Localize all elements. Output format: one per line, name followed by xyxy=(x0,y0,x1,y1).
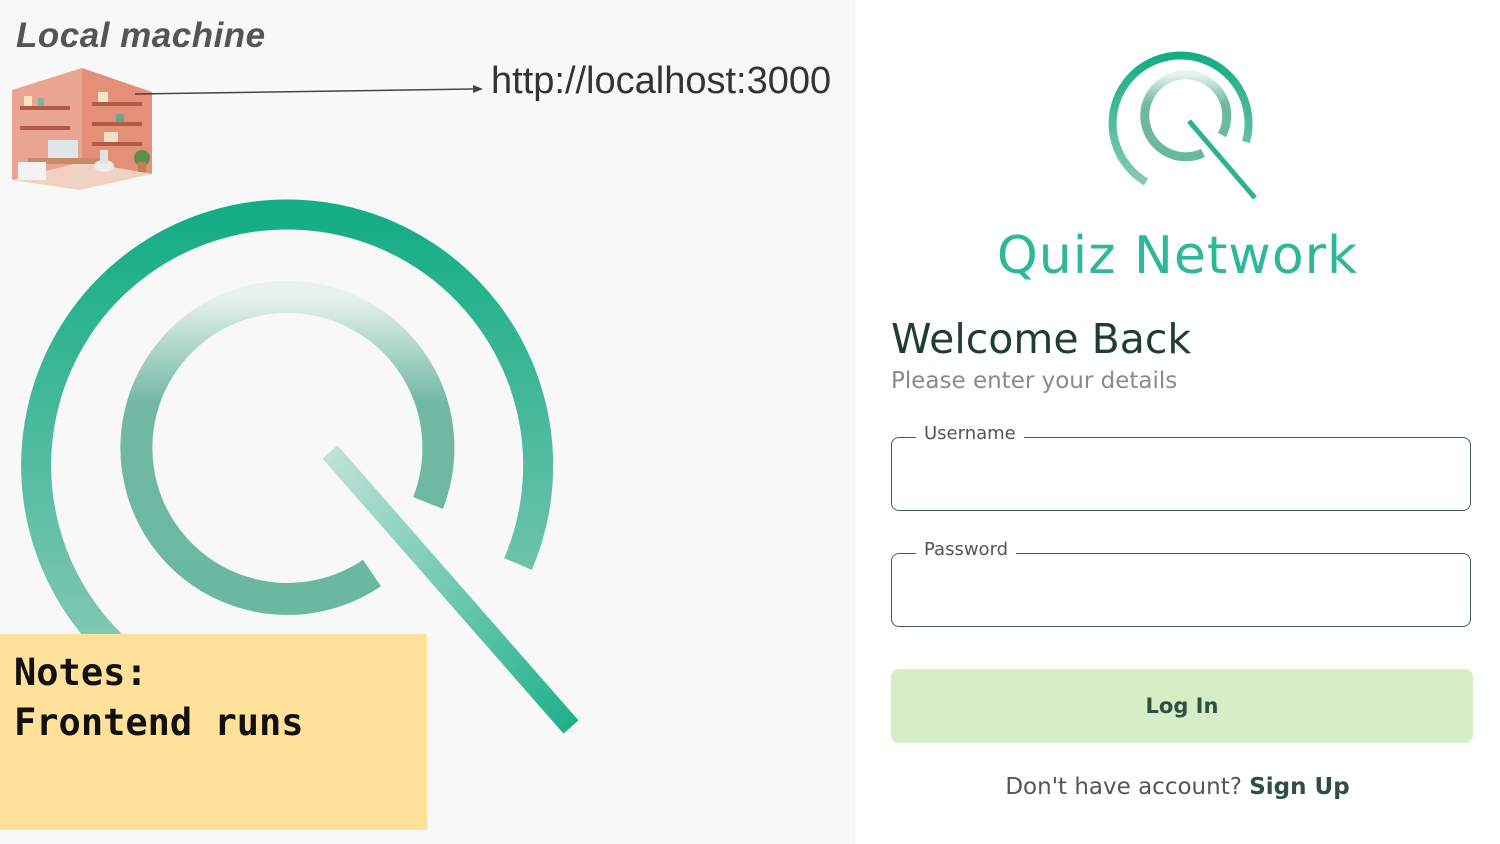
url-arrow xyxy=(135,85,483,95)
notes-text: Frontend runs xyxy=(14,701,304,744)
login-panel: Quiz Network Welcome Back Please enter y… xyxy=(855,0,1500,844)
brand-name: Quiz Network xyxy=(996,226,1359,286)
password-input[interactable] xyxy=(892,554,1470,626)
quiz-network-logo-icon xyxy=(1108,51,1257,200)
local-machine-title: Local machine xyxy=(16,16,266,55)
localhost-url: http://localhost:3000 xyxy=(491,60,832,102)
username-input[interactable] xyxy=(892,438,1470,510)
signup-row: Don't have account? Sign Up xyxy=(855,774,1500,800)
username-field[interactable]: Username xyxy=(891,423,1471,511)
notes-box: Notes: Frontend runs xyxy=(0,634,427,830)
signup-link[interactable]: Sign Up xyxy=(1249,774,1349,800)
password-field[interactable]: Password xyxy=(891,539,1471,627)
login-button[interactable]: Log In xyxy=(891,669,1473,743)
slide-panel: Local machine http://localhost:3000 Note… xyxy=(0,0,855,844)
welcome-heading: Welcome Back xyxy=(891,315,1192,363)
signup-prompt: Don't have account? xyxy=(1005,774,1242,800)
notes-heading: Notes: xyxy=(14,651,148,694)
welcome-subtitle: Please enter your details xyxy=(891,368,1178,394)
